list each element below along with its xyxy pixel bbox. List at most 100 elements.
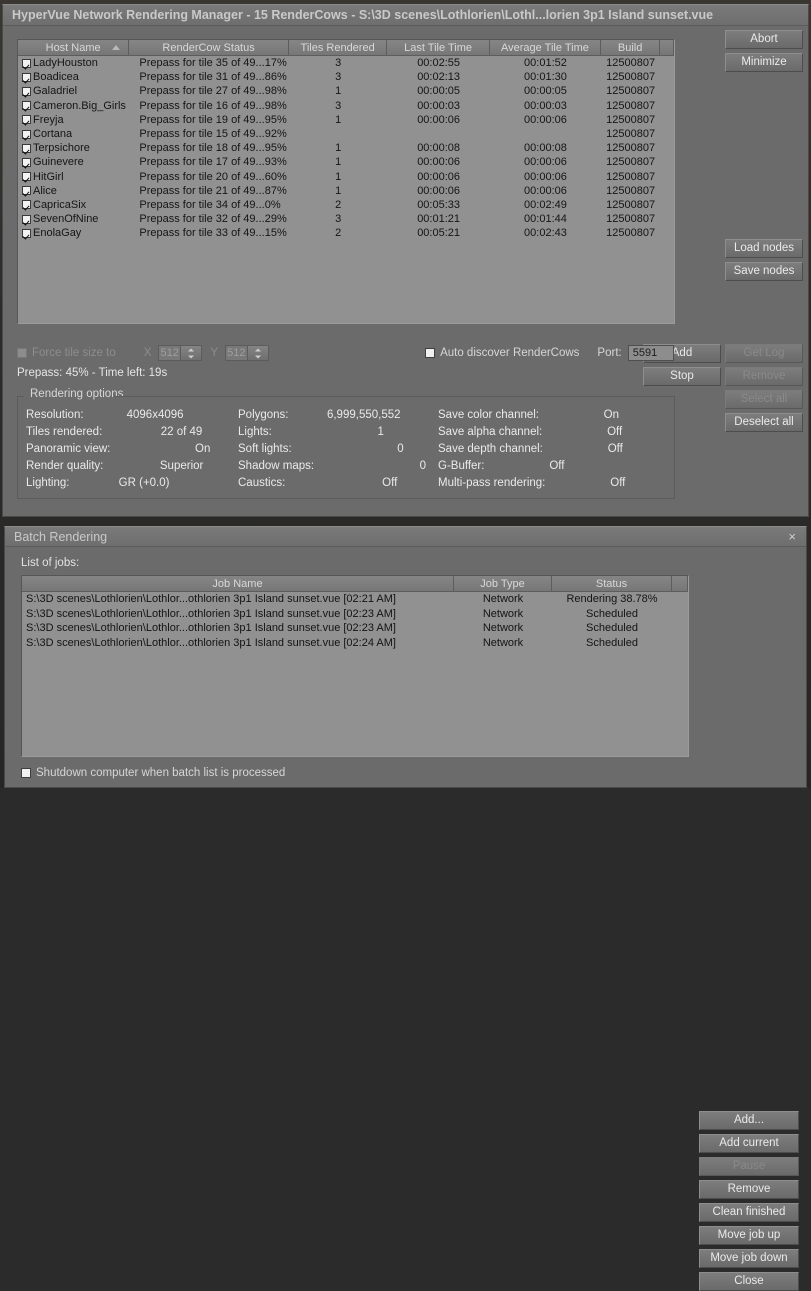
- table-row[interactable]: FreyjaPrepass for tile 19 of 49...95%100…: [18, 113, 674, 127]
- minimize-button[interactable]: Minimize: [725, 53, 803, 72]
- tile-y-spinner-arrows[interactable]: [247, 346, 269, 360]
- jobs-table-body[interactable]: S:\3D scenes\Lothlorien\Lothlor...othlor…: [22, 592, 688, 650]
- port-input[interactable]: 5591: [628, 345, 674, 361]
- host-name-cell[interactable]: CapricaSix: [18, 198, 129, 212]
- host-name-cell[interactable]: Boadicea: [18, 70, 129, 84]
- close-icon[interactable]: ×: [788, 527, 796, 547]
- job-status-cell: Rendering 38.78%: [552, 592, 672, 607]
- deselect-all-button[interactable]: Deselect all: [725, 413, 803, 432]
- job-column-header-job-name[interactable]: Job Name: [22, 576, 454, 591]
- average-tile-time-cell: 00:00:06: [490, 113, 601, 127]
- abort-button[interactable]: Abort: [725, 30, 803, 49]
- job-row[interactable]: S:\3D scenes\Lothlorien\Lothlor...othlor…: [22, 607, 688, 622]
- host-enabled-checkbox[interactable]: [22, 229, 31, 238]
- row-spacer-cell: [660, 155, 674, 169]
- job-row[interactable]: S:\3D scenes\Lothlorien\Lothlor...othlor…: [22, 592, 688, 607]
- shutdown-checkbox[interactable]: [21, 768, 31, 778]
- batch-window-titlebar[interactable]: Batch Rendering ×: [5, 527, 806, 547]
- column-header-spacer[interactable]: [660, 40, 674, 55]
- row-spacer-cell: [660, 212, 674, 226]
- table-row[interactable]: Cameron.Big_GirlsPrepass for tile 16 of …: [18, 99, 674, 113]
- host-name-label: LadyHouston: [33, 57, 98, 69]
- select-all-button[interactable]: Select all: [725, 390, 803, 409]
- rendercow-host-table[interactable]: Host NameRenderCow StatusTiles RenderedL…: [17, 39, 675, 324]
- host-enabled-checkbox[interactable]: [22, 158, 31, 167]
- host-enabled-checkbox[interactable]: [22, 172, 31, 181]
- table-row[interactable]: GaladrielPrepass for tile 27 of 49...98%…: [18, 84, 674, 98]
- host-enabled-checkbox[interactable]: [22, 115, 31, 124]
- job-column-header-job-type[interactable]: Job Type: [454, 576, 552, 591]
- host-enabled-checkbox[interactable]: [22, 59, 31, 68]
- tile-x-spinner-arrows[interactable]: [180, 346, 202, 360]
- remove-job-button[interactable]: Remove: [699, 1180, 799, 1199]
- spinner-down-icon[interactable]: [248, 353, 269, 360]
- column-header-tiles-rendered[interactable]: Tiles Rendered: [289, 40, 388, 55]
- host-name-cell[interactable]: Alice: [18, 184, 129, 198]
- host-name-cell[interactable]: SevenOfNine: [18, 212, 129, 226]
- table-row[interactable]: SevenOfNinePrepass for tile 32 of 49...2…: [18, 212, 674, 226]
- save-nodes-button[interactable]: Save nodes: [725, 262, 803, 281]
- job-column-header-status[interactable]: Status: [552, 576, 672, 591]
- force-tile-size-checkbox[interactable]: [17, 348, 27, 358]
- status-percent: 86%: [265, 71, 289, 83]
- column-header-build[interactable]: Build: [601, 40, 660, 55]
- tiles-rendered-cell: 1: [289, 184, 387, 198]
- add-job-button[interactable]: Add...: [699, 1111, 799, 1130]
- host-enabled-checkbox[interactable]: [22, 144, 31, 153]
- tile-y-stepper[interactable]: 512: [225, 345, 269, 361]
- move-job-down-button[interactable]: Move job down: [699, 1249, 799, 1268]
- column-header-rendercow-status[interactable]: RenderCow Status: [129, 40, 289, 55]
- table-body[interactable]: LadyHoustonPrepass for tile 35 of 49...1…: [18, 56, 674, 240]
- host-enabled-checkbox[interactable]: [22, 215, 31, 224]
- auto-discover-checkbox[interactable]: [425, 348, 435, 358]
- move-job-up-button[interactable]: Move job up: [699, 1226, 799, 1245]
- rendercow-status-cell: Prepass for tile 19 of 49...95%: [129, 113, 289, 127]
- tile-x-stepper[interactable]: 512: [158, 345, 202, 361]
- column-header-last-tile-time[interactable]: Last Tile Time: [387, 40, 489, 55]
- spinner-up-icon[interactable]: [181, 346, 202, 353]
- jobs-table[interactable]: Job NameJob TypeStatus S:\3D scenes\Loth…: [21, 575, 689, 757]
- host-name-cell[interactable]: Cortana: [18, 127, 129, 141]
- table-row[interactable]: TerpsichorePrepass for tile 18 of 49...9…: [18, 141, 674, 155]
- main-window-titlebar[interactable]: HyperVue Network Rendering Manager - 15 …: [3, 5, 808, 26]
- table-row[interactable]: LadyHoustonPrepass for tile 35 of 49...1…: [18, 56, 674, 70]
- host-name-cell[interactable]: Galadriel: [18, 84, 129, 98]
- host-name-cell[interactable]: LadyHouston: [18, 56, 129, 70]
- add-current-job-button[interactable]: Add current: [699, 1134, 799, 1153]
- host-enabled-checkbox[interactable]: [22, 87, 31, 96]
- column-header-average-tile-time[interactable]: Average Tile Time: [490, 40, 601, 55]
- host-enabled-checkbox[interactable]: [22, 186, 31, 195]
- table-row[interactable]: AlicePrepass for tile 21 of 49...87%100:…: [18, 184, 674, 198]
- job-column-header-spacer[interactable]: [672, 576, 688, 591]
- table-row[interactable]: CapricaSixPrepass for tile 34 of 49...0%…: [18, 198, 674, 212]
- shutdown-row[interactable]: Shutdown computer when batch list is pro…: [21, 767, 285, 779]
- host-name-cell[interactable]: EnolaGay: [18, 226, 129, 240]
- spinner-down-icon[interactable]: [181, 353, 202, 360]
- table-row[interactable]: GuineverePrepass for tile 17 of 49...93%…: [18, 155, 674, 169]
- table-row[interactable]: CortanaPrepass for tile 15 of 49...92%12…: [18, 127, 674, 141]
- column-header-host-name[interactable]: Host Name: [18, 40, 129, 55]
- pause-job-button[interactable]: Pause: [699, 1157, 799, 1176]
- status-percent: 15%: [265, 227, 289, 239]
- host-name-cell[interactable]: Terpsichore: [18, 141, 129, 155]
- load-nodes-button[interactable]: Load nodes: [725, 239, 803, 258]
- close-batch-button[interactable]: Close: [699, 1272, 799, 1291]
- job-row[interactable]: S:\3D scenes\Lothlorien\Lothlor...othlor…: [22, 621, 688, 636]
- host-name-cell[interactable]: HitGirl: [18, 170, 129, 184]
- option-row: Lights:1: [238, 423, 438, 440]
- host-name-cell[interactable]: Cameron.Big_Girls: [18, 99, 129, 113]
- spinner-up-icon[interactable]: [248, 346, 269, 353]
- host-enabled-checkbox[interactable]: [22, 101, 31, 110]
- clean-finished-button[interactable]: Clean finished: [699, 1203, 799, 1222]
- host-enabled-checkbox[interactable]: [22, 200, 31, 209]
- host-enabled-checkbox[interactable]: [22, 130, 31, 139]
- host-name-cell[interactable]: Freyja: [18, 113, 129, 127]
- rendering-options-group: Rendering options Resolution:4096x4096Ti…: [17, 395, 675, 499]
- host-enabled-checkbox[interactable]: [22, 73, 31, 82]
- table-row[interactable]: HitGirlPrepass for tile 20 of 49...60%10…: [18, 170, 674, 184]
- job-name-cell: S:\3D scenes\Lothlorien\Lothlor...othlor…: [22, 607, 454, 622]
- job-row[interactable]: S:\3D scenes\Lothlorien\Lothlor...othlor…: [22, 636, 688, 651]
- table-row[interactable]: BoadiceaPrepass for tile 31 of 49...86%3…: [18, 70, 674, 84]
- table-row[interactable]: EnolaGayPrepass for tile 33 of 49...15%2…: [18, 226, 674, 240]
- host-name-cell[interactable]: Guinevere: [18, 155, 129, 169]
